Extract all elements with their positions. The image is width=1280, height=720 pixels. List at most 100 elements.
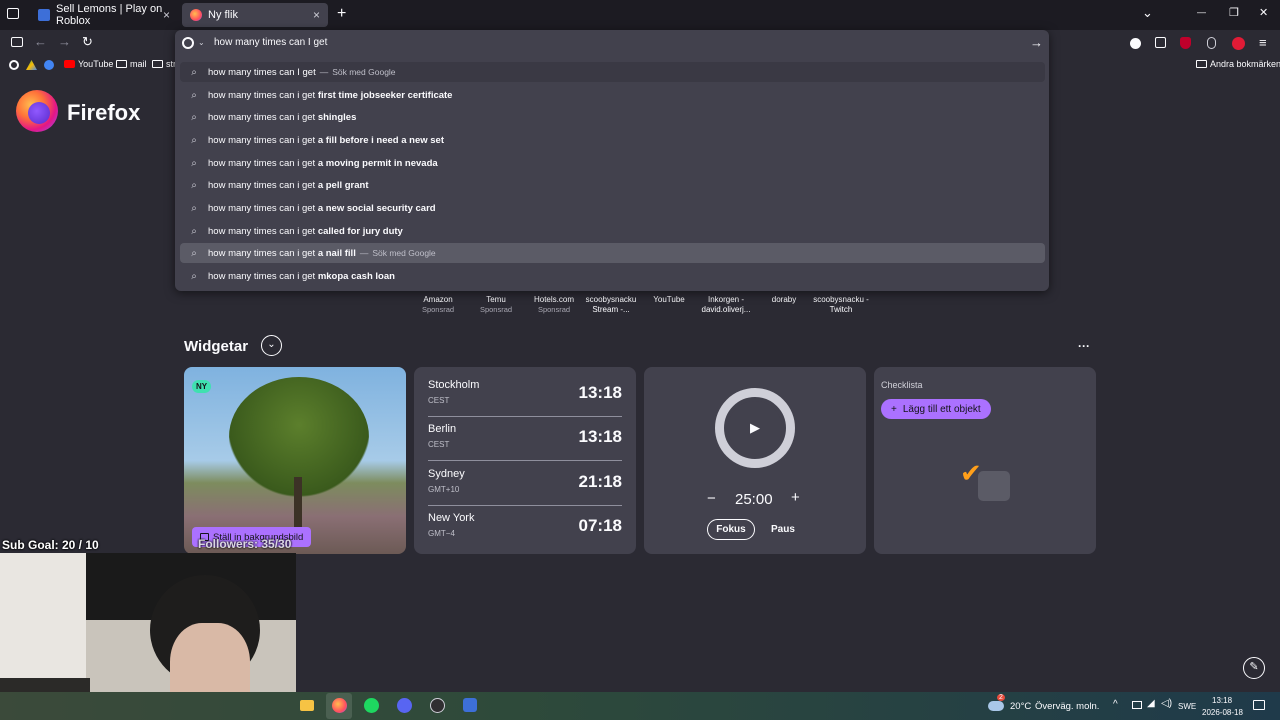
suggestion-item[interactable]: ⌕ how many times can i get a new social s… [180,198,1045,218]
timer-play-button[interactable]: ▶ [728,401,782,455]
search-icon: ⌕ [191,89,197,101]
back-icon[interactable]: ← [34,35,47,48]
search-icon: ⌕ [191,225,197,237]
sub-goal-overlay: Sub Goal: 20 / 10 [2,538,99,552]
sidebar-toggle-icon[interactable] [11,37,23,47]
world-clock-widget: Stockholm CEST 13:18 Berlin CEST 13:18 Sydne… [414,367,636,554]
ext-grey-icon[interactable] [1207,37,1216,49]
tab-list-menu-icon[interactable] [7,8,19,19]
clock-date[interactable]: 2026-08-18 [1202,708,1243,717]
language-indicator[interactable]: SWE [1178,702,1196,711]
notifications-icon[interactable] [1253,700,1265,710]
new-tab-button[interactable]: + [337,6,346,22]
bookmark-mail[interactable]: mail [116,59,147,69]
close-tab-icon[interactable]: × [163,8,170,22]
clock-time[interactable]: 13:18 [1212,696,1232,705]
bookmark-str[interactable]: str [152,59,176,69]
spotify-icon[interactable] [364,698,379,713]
firefox-wordmark: Firefox [67,100,141,125]
focus-button[interactable]: Fokus [707,519,755,540]
search-icon: ⌕ [191,247,197,259]
bm-drive-icon[interactable] [26,60,37,70]
suggestion-item[interactable]: ⌕ how many times can i get mkopa cash loa… [180,266,1045,286]
timer-decrease-button[interactable]: − [707,490,716,507]
search-icon: ⌕ [191,134,197,146]
search-icon: ⌕ [191,202,197,214]
ext-abp-icon[interactable] [1232,37,1245,50]
list-all-tabs-button[interactable]: ⌄ [1142,6,1153,19]
timer-increase-button[interactable]: + [791,489,800,506]
firefox-app-icon [332,698,347,713]
search-icon: ⌕ [191,111,197,123]
bm-icon-1[interactable] [9,60,19,70]
checkmark-icon: ✔ [960,458,982,488]
suggestion-item[interactable]: ⌕ how many times can i get a pell grant [180,175,1045,195]
shortcut-scoobysnacku-twitch[interactable]: scoobysnacku - Twitch [806,295,876,315]
pause-button[interactable]: Paus [771,524,795,535]
add-item-button[interactable]: + Lägg till ett objekt [881,399,991,419]
suggestion-item[interactable]: ⌕ how many times can i get first time job… [180,85,1045,105]
suggestion-item[interactable]: ⌕ how many times can i get a nail fill — Sö… [180,243,1045,263]
monitor-icon[interactable] [1132,701,1142,709]
timer-value: 25:00 [735,491,773,508]
youtube-icon [64,60,75,68]
suggestion-item[interactable]: ⌕ how many times can i get shingles [180,107,1045,127]
go-arrow-icon[interactable]: → [1030,35,1043,50]
file-explorer-icon[interactable] [300,700,314,711]
search-icon: ⌕ [191,179,197,191]
suggestion-item[interactable]: ⌕ how many times can I get — Sök med Google [180,62,1045,82]
restore-button[interactable]: ❐ [1229,8,1239,19]
windows-taskbar: 2 20°C Överväg. moln. ^ ◢ ◁) SWE 13:18 2… [0,692,1280,720]
customize-pencil-button[interactable]: ✎ [1243,657,1265,679]
folder-icon [152,60,163,68]
folder-icon [1196,60,1207,68]
search-engine-chevron-icon[interactable]: ⌄ [198,38,205,47]
clock-row: New York GMT−4 07:18 [428,512,622,538]
clock-row: Berlin CEST 13:18 [428,417,622,461]
weather-badge: 2 [997,694,1005,701]
checklist-illustration-icon [978,471,1010,501]
tray-chevron-icon[interactable]: ^ [1113,699,1118,710]
search-icon: ⌕ [191,66,197,78]
plus-icon: + [891,403,897,415]
close-tab-icon[interactable]: × [313,8,320,22]
bookmark-other[interactable]: Andra bokmärken [1196,59,1280,69]
discord-icon[interactable] [397,698,412,713]
widgets-more-button[interactable]: ··· [1078,339,1090,353]
bm-icon-3[interactable] [44,60,54,70]
folder-icon [116,60,127,68]
weather-text[interactable]: Överväg. moln. [1035,701,1099,712]
suggestion-item[interactable]: ⌕ how many times can i get called for jur… [180,221,1045,241]
reload-icon[interactable]: ↻ [82,35,93,48]
widgets-heading: Widgetar [184,338,249,355]
widgets-collapse-button[interactable]: ⌄ [261,335,282,356]
new-badge: NY [192,380,212,393]
checklist-title: Checklista [881,380,923,390]
close-window-button[interactable]: ✕ [1259,8,1268,19]
volume-icon[interactable]: ◁) [1161,698,1172,709]
wifi-icon[interactable]: ◢ [1147,698,1155,709]
suggestion-item[interactable]: ⌕ how many times can i get a fill before … [180,130,1045,150]
minimize-button[interactable]: — [1197,8,1206,17]
urlbar-input[interactable]: how many times can I get [214,37,330,48]
webcam-window [0,553,86,683]
obs-icon[interactable] [430,698,445,713]
clock-row: Stockholm CEST 13:18 [428,373,622,417]
weather-icon [988,701,1004,711]
extensions-icon[interactable] [1155,37,1166,48]
tab-new-tab[interactable]: Ny flik × [182,3,328,27]
bookmark-youtube[interactable]: YouTube [64,59,113,69]
search-engine-google-icon[interactable] [182,37,194,49]
ext-d-icon[interactable] [1130,38,1141,49]
wallpaper-widget[interactable]: NY Ställ in bakgrundsbild [184,367,406,554]
app-menu-icon[interactable]: ≡ [1259,36,1267,49]
forward-icon[interactable]: → [58,35,71,48]
suggestion-item[interactable]: ⌕ how many times can i get a moving permi… [180,153,1045,173]
ublock-icon[interactable] [1180,37,1191,49]
checklist-widget: Checklista + Lägg till ett objekt ✔ [874,367,1096,554]
weather-temp[interactable]: 20°C [1010,701,1031,712]
roblox-taskbar-icon[interactable] [463,698,477,712]
focus-timer-widget: ▶ − 25:00 + Fokus Paus [644,367,866,554]
tab-roblox[interactable]: Sell Lemons | Play on Roblox × [30,3,178,27]
firefox-favicon-icon [190,9,202,21]
